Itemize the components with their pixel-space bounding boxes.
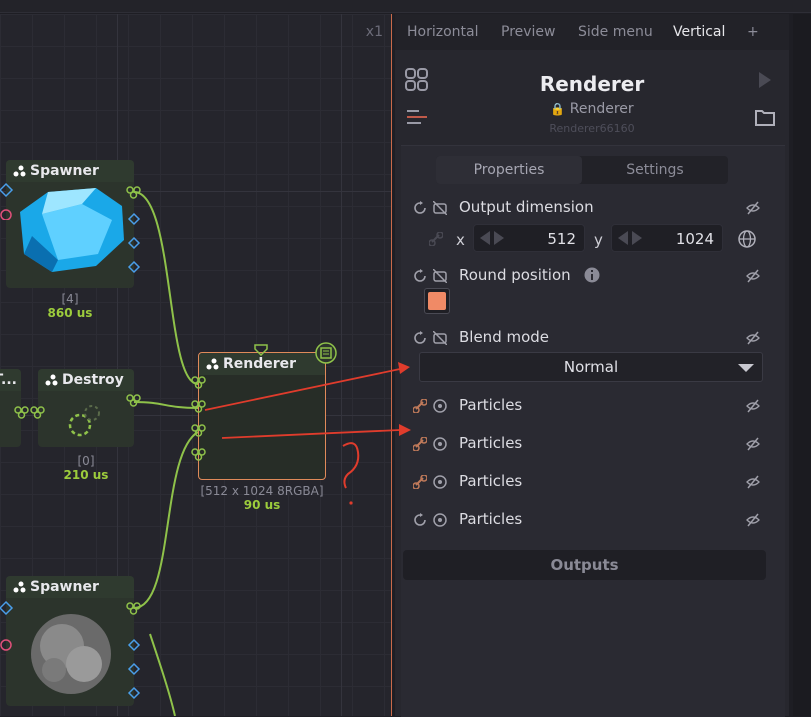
annotation-arrows [204, 362, 411, 505]
